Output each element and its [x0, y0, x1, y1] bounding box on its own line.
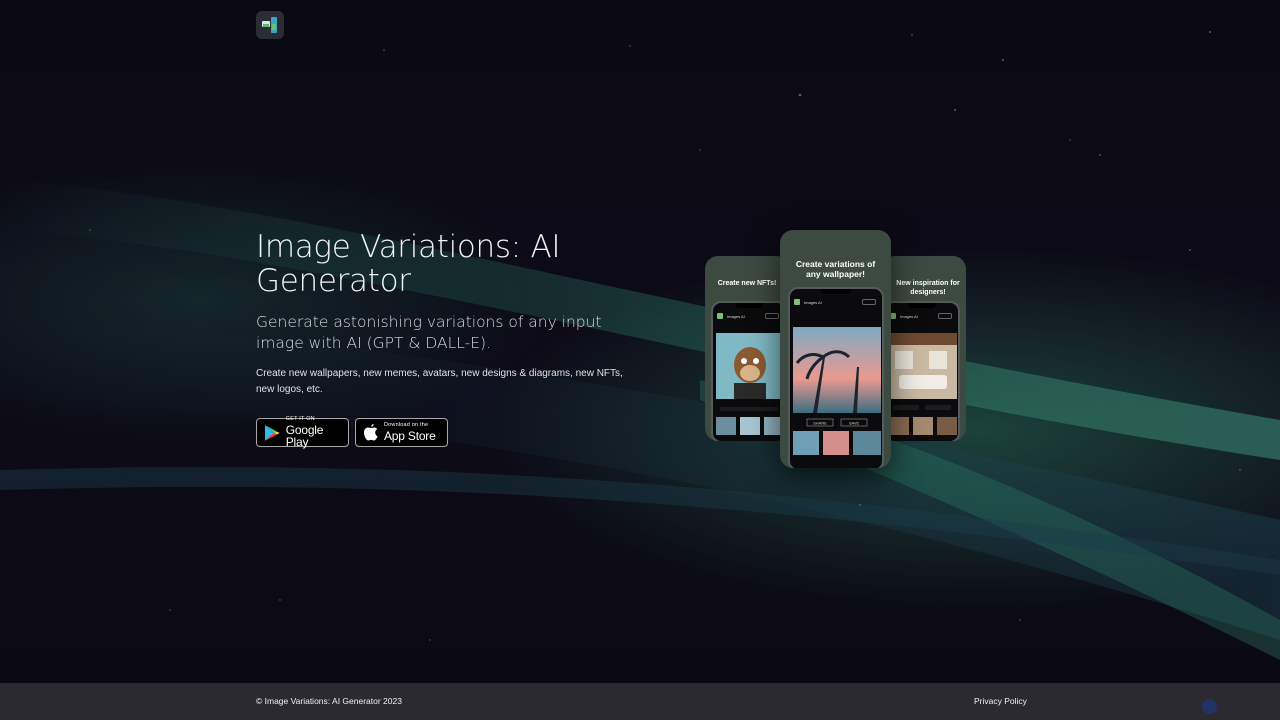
phone-mockup: Images AI SHARE SAVE	[788, 287, 884, 468]
footer-copyright: © Image Variations: AI Generator 2023	[256, 696, 402, 706]
google-play-button[interactable]: GET IT ON Google Play	[256, 416, 349, 449]
phone-app-name: Images AI	[727, 313, 745, 319]
interior-preview-image	[889, 333, 957, 435]
screenshot-caption: Create variations of any wallpaper!	[795, 259, 876, 279]
share-button-label: SHARE	[813, 421, 827, 426]
footer: © Image Variations: AI Generator 2023 Pr…	[0, 683, 1280, 720]
app-logo[interactable]	[256, 11, 284, 39]
app-store-small-label: Download on the	[384, 422, 429, 429]
screenshot-card-nfts: Create new NFTs! Images AI	[705, 256, 789, 441]
background-light-streaks	[0, 31, 1280, 660]
screenshot-card-designers: New inspiration for designers! Images AI	[882, 256, 966, 441]
page-title: Image Variations: AI Generator	[256, 229, 561, 299]
image-variations-app-icon	[262, 17, 277, 33]
phone-app-name: Images AI	[900, 313, 918, 319]
save-button-label: SAVE	[849, 421, 860, 426]
apple-icon	[364, 424, 378, 441]
chat-widget-icon[interactable]	[1202, 699, 1217, 714]
google-play-label: Google Play	[285, 422, 324, 449]
app-icon	[717, 313, 723, 319]
hero-description: Create new wallpapers, new memes, avatar…	[256, 368, 623, 395]
google-play-small-label: GET IT ON	[285, 416, 315, 423]
nft-preview-image	[716, 333, 784, 435]
screenshot-caption: Create new NFTs!	[717, 280, 777, 287]
phone-app-name: Images AI	[804, 299, 822, 305]
app-store-button[interactable]: Download on the App Store	[355, 418, 448, 447]
app-store-label: App Store	[384, 428, 436, 443]
hero-subtitle: Generate astonishing variations of any i…	[256, 313, 602, 352]
phone-mockup: Images AI	[711, 301, 787, 441]
screenshot-card-wallpaper: Create variations of any wallpaper! Imag…	[780, 230, 891, 468]
app-icon	[794, 299, 800, 305]
google-play-icon	[264, 424, 280, 441]
screenshot-caption: New inspiration for designers!	[896, 280, 960, 296]
phone-mockup: Images AI	[884, 301, 960, 441]
privacy-policy-link[interactable]: Privacy Policy	[974, 696, 1027, 706]
wallpaper-preview-image: SHARE SAVE	[793, 327, 881, 455]
background	[0, 0, 1280, 720]
